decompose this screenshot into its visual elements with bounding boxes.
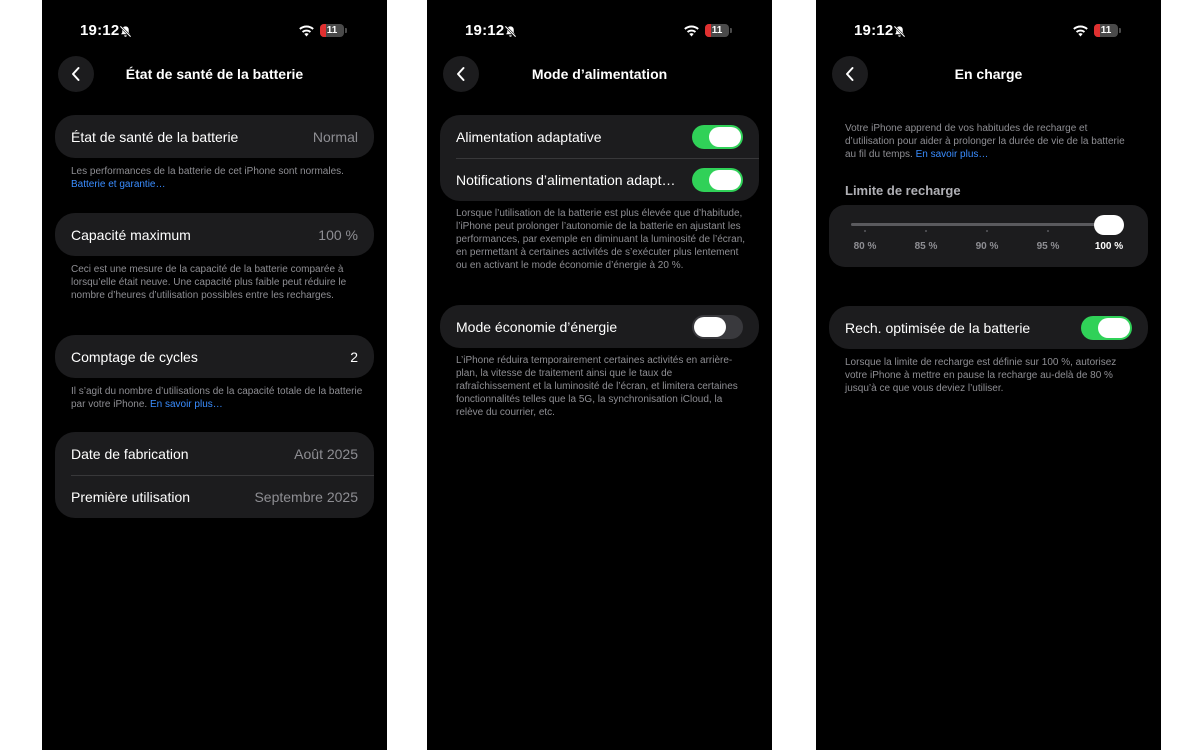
screen-battery-health: 19:12 11 État de santé de la batterie Ét… bbox=[42, 0, 387, 750]
capacity-note: Ceci est une mesure de la capacité de la… bbox=[71, 264, 347, 301]
screen-power-mode: 19:12 11 Mode d’alimentation Alimentatio… bbox=[427, 0, 772, 750]
status-bar: 19:12 11 bbox=[816, 0, 1161, 62]
slider-tick-label: 90 % bbox=[975, 241, 999, 252]
optimized-toggle[interactable] bbox=[1081, 315, 1132, 340]
health-card: État de santé de la batterie Normal bbox=[55, 115, 374, 158]
battery-level: 11 bbox=[1100, 25, 1112, 36]
status-time: 19:12 bbox=[854, 22, 894, 39]
slider-tick-label: 85 % bbox=[914, 241, 938, 252]
slider-tick-dot bbox=[1047, 230, 1049, 232]
slider-tick-dot bbox=[864, 230, 866, 232]
chevron-left-icon bbox=[846, 67, 854, 81]
bell-slash-icon bbox=[119, 25, 132, 38]
wifi-icon bbox=[684, 25, 699, 37]
status-time: 19:12 bbox=[465, 22, 505, 39]
first-use-value: Septembre 2025 bbox=[254, 488, 358, 505]
battery-icon: 11 bbox=[705, 24, 729, 37]
adaptive-card: Alimentation adaptative Notifications d’… bbox=[440, 115, 759, 201]
slider-tick-label: 100 % bbox=[1094, 241, 1124, 252]
charge-limit-slider[interactable]: 80 % 85 % 90 % 95 % 100 % bbox=[829, 205, 1148, 267]
page-title: État de santé de la batterie bbox=[125, 66, 304, 82]
slider-track[interactable] bbox=[851, 223, 1108, 226]
capacity-card: Capacité maximum 100 % bbox=[55, 213, 374, 256]
slider-fill bbox=[851, 223, 1108, 226]
slider-knob[interactable] bbox=[1094, 215, 1124, 235]
health-row: État de santé de la batterie Normal bbox=[71, 128, 358, 145]
health-note: Les performances de la batterie de cet i… bbox=[71, 166, 344, 190]
low-power-row: Mode économie d’énergie bbox=[440, 305, 759, 348]
cycles-row: Comptage de cycles 2 bbox=[71, 348, 358, 365]
limit-header: Limite de recharge bbox=[845, 183, 961, 198]
bell-slash-icon bbox=[504, 25, 517, 38]
chevron-left-icon bbox=[72, 67, 80, 81]
low-power-card: Mode économie d’énergie bbox=[440, 305, 759, 348]
battery-level: 11 bbox=[326, 25, 338, 36]
manufacture-value: Août 2025 bbox=[294, 445, 358, 462]
chevron-left-icon bbox=[457, 67, 465, 81]
cycles-value: 2 bbox=[350, 348, 358, 365]
page-title: En charge bbox=[954, 66, 1023, 82]
optimized-note: Lorsque la limite de recharge est défini… bbox=[845, 357, 1117, 394]
notifications-row: Notifications d’alimentation adaptative bbox=[440, 158, 759, 201]
capacity-value: 100 % bbox=[318, 226, 358, 243]
slider-tick-dot bbox=[925, 230, 927, 232]
status-bar: 19:12 11 bbox=[42, 0, 387, 62]
manufacture-row: Date de fabrication Août 2025 bbox=[71, 445, 358, 462]
wifi-icon bbox=[299, 25, 314, 37]
back-button[interactable] bbox=[832, 56, 868, 92]
battery-warranty-link[interactable]: Batterie et garantie… bbox=[71, 179, 166, 190]
battery-level: 11 bbox=[711, 25, 723, 36]
learn-more-link[interactable]: En savoir plus… bbox=[916, 149, 989, 160]
slider-tick-dot bbox=[986, 230, 988, 232]
capacity-row: Capacité maximum 100 % bbox=[71, 226, 358, 243]
adaptive-toggle[interactable] bbox=[692, 124, 743, 149]
learn-more-link[interactable]: En savoir plus… bbox=[150, 399, 223, 410]
charging-intro: Votre iPhone apprend de vos habitudes de… bbox=[845, 123, 1125, 160]
bell-slash-icon bbox=[893, 25, 906, 38]
battery-icon: 11 bbox=[320, 24, 344, 37]
screen-charging: 19:12 11 En charge Votre iPhone apprend … bbox=[816, 0, 1161, 750]
wifi-icon bbox=[1073, 25, 1088, 37]
back-button[interactable] bbox=[443, 56, 479, 92]
back-button[interactable] bbox=[58, 56, 94, 92]
battery-icon: 11 bbox=[1094, 24, 1118, 37]
first-use-row: Première utilisation Septembre 2025 bbox=[55, 475, 374, 518]
status-time: 19:12 bbox=[80, 22, 120, 39]
adaptive-row: Alimentation adaptative bbox=[440, 115, 759, 158]
slider-tick-label: 80 % bbox=[853, 241, 877, 252]
slider-tick-label: 95 % bbox=[1036, 241, 1060, 252]
dates-card: Date de fabrication Août 2025 Première u… bbox=[55, 432, 374, 518]
cycles-note: Il s’agit du nombre d’utilisations de la… bbox=[71, 386, 363, 410]
status-bar: 19:12 11 bbox=[427, 0, 772, 62]
health-value: Normal bbox=[312, 128, 358, 145]
cycles-card: Comptage de cycles 2 bbox=[55, 335, 374, 378]
optimized-card: Rech. optimisée de la batterie bbox=[829, 306, 1148, 349]
notifications-toggle[interactable] bbox=[692, 167, 743, 192]
optimized-row: Rech. optimisée de la batterie bbox=[829, 306, 1148, 349]
page-title: Mode d’alimentation bbox=[531, 66, 668, 82]
low-power-note: L’iPhone réduira temporairement certaine… bbox=[456, 355, 738, 418]
adaptive-note: Lorsque l’utilisation de la batterie est… bbox=[456, 208, 746, 271]
low-power-toggle[interactable] bbox=[692, 314, 743, 339]
